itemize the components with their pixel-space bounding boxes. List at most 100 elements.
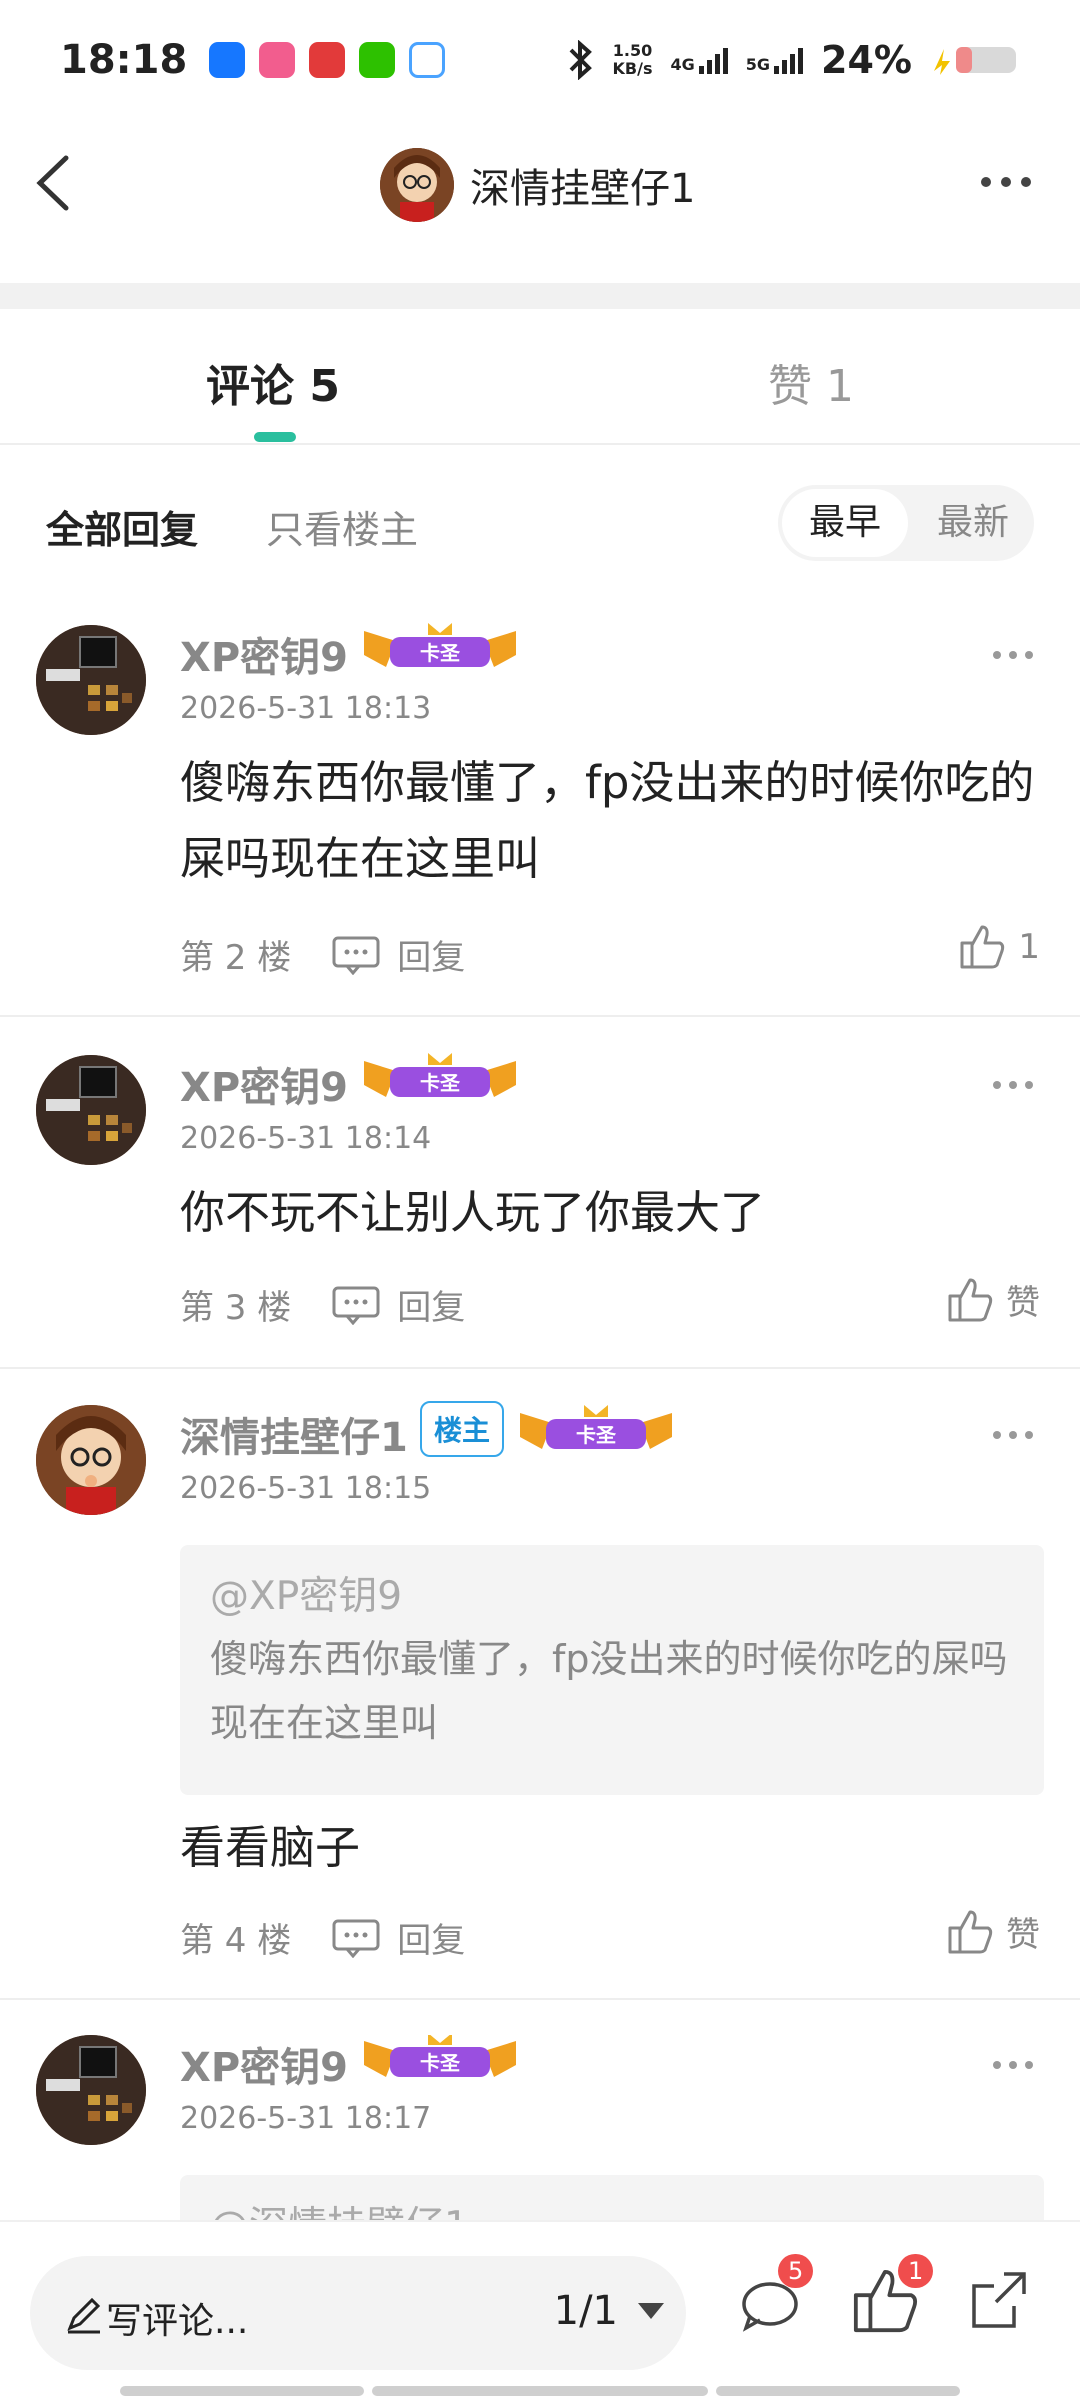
comment-username[interactable]: 深情挂壁仔1 bbox=[180, 1405, 408, 1463]
comment-more-icon[interactable] bbox=[990, 645, 1036, 665]
back-arrow-icon[interactable] bbox=[26, 148, 86, 218]
news-app-icon bbox=[309, 42, 346, 78]
comment-timestamp: 2026-5-31 18:13 bbox=[180, 691, 432, 726]
like-label: 赞 bbox=[1006, 1915, 1040, 1955]
reply-button[interactable]: 回复 bbox=[331, 1280, 465, 1329]
comment-timestamp: 2026-5-31 18:15 bbox=[180, 1471, 432, 1506]
status-bar: 18:18 1.50 KB/s 4G 5G 24% bbox=[0, 0, 1080, 120]
like-button[interactable]: 赞 bbox=[946, 1907, 1040, 1956]
comment-timestamp: 2026-5-31 18:17 bbox=[180, 2101, 432, 2136]
reply-button[interactable]: 回复 bbox=[331, 1913, 465, 1962]
filter-all-replies[interactable]: 全部回复 bbox=[46, 499, 198, 554]
avatar[interactable] bbox=[36, 2035, 146, 2145]
like-post-button[interactable]: 1 bbox=[850, 2254, 934, 2336]
comment-text: 看看脑子 bbox=[180, 1821, 361, 1874]
comment-input[interactable]: 写评论... 1/1 bbox=[30, 2256, 686, 2370]
quoted-comment[interactable]: @XP密钥9 傻嗨东西你最懂了，fp没出来的时候你吃的屎吗现在在这里叫 bbox=[180, 1545, 1044, 1795]
comment-item: XP密钥9 卡圣 2026-5-31 18:17 @深情挂壁仔1 bbox=[0, 2035, 1080, 2220]
cloud-app-icon bbox=[409, 42, 446, 78]
quoted-username: @深情挂壁仔1 bbox=[210, 2197, 1014, 2220]
alipay-app-icon bbox=[209, 42, 246, 78]
comment-username[interactable]: XP密钥9 bbox=[180, 625, 348, 683]
floor-number: 第 3 楼 bbox=[180, 1288, 292, 1328]
thumbs-up-icon bbox=[960, 925, 1005, 969]
page-selector[interactable]: 1/1 bbox=[554, 2288, 666, 2334]
comment-item: XP密钥9 卡圣 2026-5-31 18:13 傻嗨东西你最懂了，fp没出来的… bbox=[0, 623, 1080, 1017]
comment-footer: 第 2 楼 回复 bbox=[180, 930, 465, 979]
comment-text: 傻嗨东西你最懂了，fp没出来的时候你吃的屎吗现在在这里叫 bbox=[180, 756, 1035, 885]
battery-percent: 24% bbox=[821, 38, 912, 82]
comment-footer: 第 4 楼 回复 bbox=[180, 1913, 465, 1962]
tab-likes[interactable]: 赞 1 bbox=[768, 350, 854, 414]
filter-bar: 全部回复 只看楼主 最早 最新 bbox=[0, 475, 1080, 575]
comment-more-icon[interactable] bbox=[990, 1425, 1036, 1445]
battery-icon bbox=[934, 47, 1016, 75]
reply-label: 回复 bbox=[397, 1921, 466, 1961]
gesture-bar bbox=[120, 2386, 364, 2396]
like-count: 1 bbox=[1018, 927, 1040, 967]
avatar[interactable] bbox=[36, 1405, 146, 1515]
reply-icon bbox=[332, 936, 380, 975]
floor-number: 第 4 楼 bbox=[180, 1921, 292, 1961]
sort-earliest[interactable]: 最早 bbox=[782, 489, 908, 557]
quoted-text: 傻嗨东西你最懂了，fp没出来的时候你吃的屎吗现在在这里叫 bbox=[210, 1637, 1008, 1745]
floor-number: 第 2 楼 bbox=[180, 938, 292, 978]
avatar[interactable] bbox=[36, 625, 146, 735]
tab-indicator bbox=[254, 432, 296, 442]
top-nav: 深情挂壁仔1 bbox=[0, 130, 1080, 240]
sort-latest[interactable]: 最新 bbox=[918, 489, 1028, 557]
tab-bar: 评论 5 赞 1 bbox=[0, 310, 1080, 445]
svg-text:卡圣: 卡圣 bbox=[420, 641, 461, 665]
user-badges: 卡圣 bbox=[362, 1051, 518, 1103]
pen-icon bbox=[67, 2297, 101, 2334]
comment-username[interactable]: XP密钥9 bbox=[180, 1055, 348, 1113]
comment-more-icon[interactable] bbox=[990, 1075, 1036, 1095]
wechat-app-icon bbox=[359, 42, 396, 78]
reply-label: 回复 bbox=[397, 938, 466, 978]
bilibili-app-icon bbox=[259, 42, 296, 78]
tab-comments[interactable]: 评论 5 bbox=[206, 350, 340, 414]
comment-timestamp: 2026-5-31 18:14 bbox=[180, 1121, 432, 1156]
comment-username[interactable]: XP密钥9 bbox=[180, 2035, 348, 2093]
level-badge-icon: 卡圣 bbox=[364, 1053, 516, 1097]
more-options-icon[interactable] bbox=[976, 160, 1036, 204]
level-badge-icon: 卡圣 bbox=[520, 1405, 673, 1449]
quoted-comment[interactable]: @深情挂壁仔1 bbox=[180, 2175, 1044, 2220]
page-title: 深情挂壁仔1 bbox=[470, 166, 696, 212]
comment-footer: 第 3 楼 回复 bbox=[180, 1280, 465, 1329]
thumbs-up-icon bbox=[948, 1278, 993, 1321]
post-author[interactable]: 深情挂壁仔1 bbox=[380, 148, 695, 222]
like-count-badge: 1 bbox=[898, 2254, 934, 2288]
user-badges: 楼主 卡圣 bbox=[420, 1401, 674, 1457]
like-button[interactable]: 1 bbox=[958, 923, 1040, 971]
user-badges: 卡圣 bbox=[362, 2035, 518, 2083]
quoted-username: @XP密钥9 bbox=[210, 1574, 403, 1619]
reply-icon bbox=[332, 1919, 380, 1958]
level-badge-icon: 卡圣 bbox=[364, 623, 516, 667]
share-icon bbox=[972, 2272, 1026, 2328]
status-time: 18:18 bbox=[60, 37, 188, 83]
svg-text:卡圣: 卡圣 bbox=[420, 2051, 461, 2075]
avatar[interactable] bbox=[36, 1055, 146, 1165]
bluetooth-icon bbox=[569, 40, 592, 80]
reply-icon bbox=[332, 1286, 380, 1325]
op-badge: 楼主 bbox=[420, 1401, 505, 1457]
comment-input-placeholder: 写评论... bbox=[106, 2301, 249, 2342]
user-badges: 卡圣 bbox=[362, 621, 518, 673]
reply-label: 回复 bbox=[397, 1288, 466, 1328]
gesture-bar bbox=[716, 2386, 960, 2396]
divider bbox=[0, 283, 1080, 309]
like-label: 赞 bbox=[1006, 1283, 1040, 1323]
share-button[interactable] bbox=[964, 2266, 1034, 2336]
comment-item: 深情挂壁仔1 楼主 卡圣 2026-5-31 18:15 @XP密钥9 傻嗨东西… bbox=[0, 1401, 1080, 2000]
net-speed: 1.50 KB/s bbox=[612, 41, 653, 78]
comments-button[interactable]: 5 bbox=[736, 2254, 814, 2336]
like-button[interactable]: 赞 bbox=[946, 1275, 1040, 1324]
comment-item: XP密钥9 卡圣 2026-5-31 18:14 你不玩不让别人玩了你最大了 第… bbox=[0, 1053, 1080, 1369]
filter-op-only[interactable]: 只看楼主 bbox=[266, 499, 418, 554]
svg-text:卡圣: 卡圣 bbox=[576, 1423, 617, 1447]
signal-4g: 4G bbox=[671, 46, 728, 74]
level-badge-icon: 卡圣 bbox=[364, 2035, 516, 2077]
comment-more-icon[interactable] bbox=[990, 2055, 1036, 2075]
reply-button[interactable]: 回复 bbox=[331, 930, 465, 979]
